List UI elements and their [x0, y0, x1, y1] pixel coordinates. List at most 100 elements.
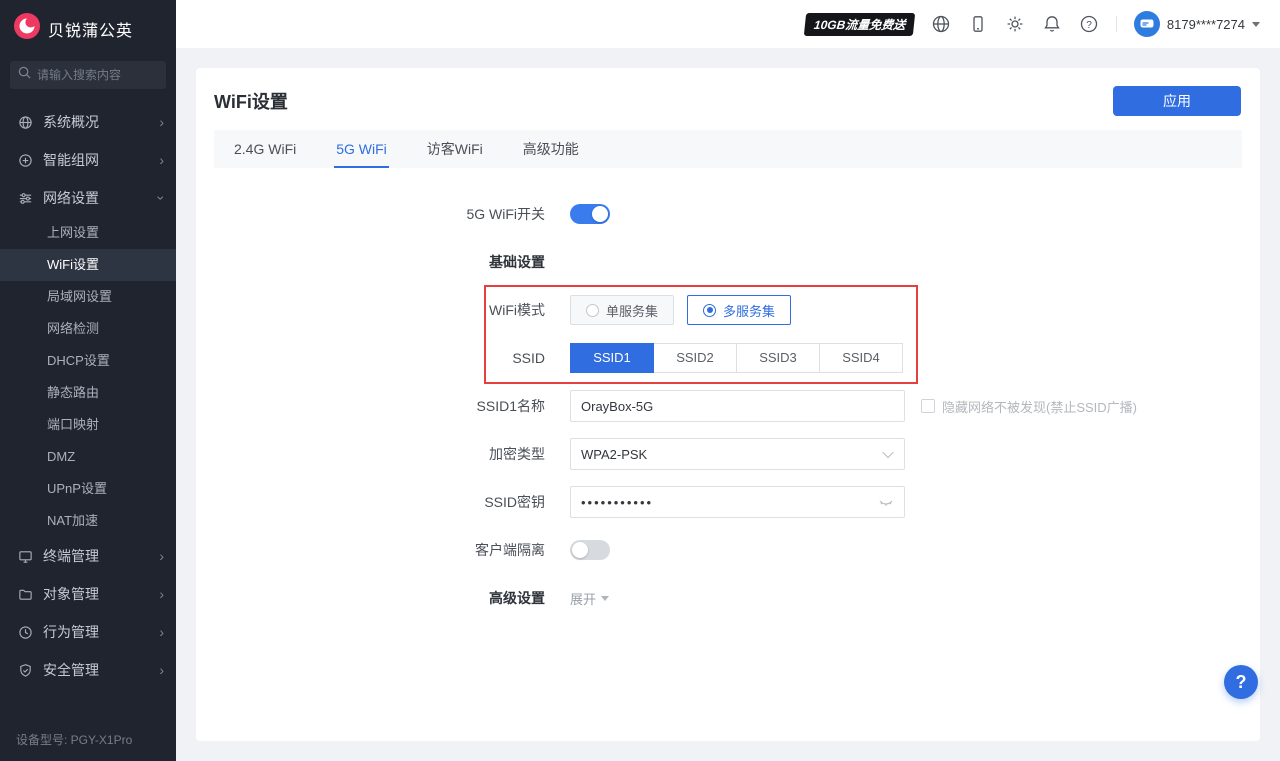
sidebar-item-network-check[interactable]: 网络检测 [0, 313, 176, 345]
wifi-mode-option-single[interactable]: 单服务集 [570, 295, 675, 325]
hide-ssid-option[interactable]: 隐藏网络不被发现(禁止SSID广播) [921, 397, 1137, 416]
chevron-right-icon: › [159, 586, 164, 602]
sidebar-item-behavior-management[interactable]: 行为管理 › [0, 613, 176, 651]
ssid-name-label: SSID1名称 [476, 398, 545, 414]
hide-ssid-checkbox[interactable] [921, 399, 935, 413]
mobile-device-icon[interactable] [968, 14, 988, 34]
ssid-label: SSID [512, 350, 545, 366]
help-fab-button[interactable]: ? [1224, 665, 1258, 699]
ssid-name-input[interactable] [570, 390, 905, 422]
sidebar-item-smart-network[interactable]: 智能组网 › [0, 141, 176, 179]
ssid1-tab[interactable]: SSID1 [570, 343, 654, 373]
sidebar-item-static-route[interactable]: 静态路由 [0, 377, 176, 409]
encryption-select[interactable]: WPA2-PSK [570, 438, 905, 470]
sidebar-item-dhcp-settings[interactable]: DHCP设置 [0, 345, 176, 377]
password-row: SSID密钥 ••••••••••• [196, 486, 1260, 518]
help-circle-icon[interactable]: ? [1079, 14, 1099, 34]
chevron-right-icon: › [159, 624, 164, 640]
tab-guest-wifi[interactable]: 访客WiFi [407, 130, 503, 168]
password-masked-value: ••••••••••• [581, 494, 654, 510]
tab-advanced-features[interactable]: 高级功能 [503, 130, 599, 168]
sidebar-item-network-settings[interactable]: 网络设置 › [0, 179, 176, 217]
avatar [1133, 11, 1160, 37]
brand-name: 贝锐蒲公英 [48, 22, 134, 40]
encryption-row: 加密类型 WPA2-PSK [196, 438, 1260, 470]
sidebar-item-port-mapping[interactable]: 端口映射 [0, 409, 176, 441]
expand-advanced-link[interactable]: 展开 [570, 589, 610, 608]
main-area: 10GB流量免费送 ? 8179****7274 WiFi设置 应用 2.4G … [176, 0, 1280, 761]
content-area: WiFi设置 应用 2.4G WiFi 5G WiFi 访客WiFi 高级功能 … [176, 48, 1280, 761]
network-settings-submenu: 上网设置 WiFi设置 局域网设置 网络检测 DHCP设置 静态路由 端口映射 … [0, 217, 176, 537]
radio-unchecked-icon [586, 303, 599, 317]
client-isolation-toggle[interactable] [570, 540, 610, 560]
brand-logo-icon [14, 13, 40, 44]
ssid2-tab[interactable]: SSID2 [653, 343, 737, 373]
account-menu[interactable]: 8179****7274 [1133, 11, 1260, 37]
ssid-name-row: SSID1名称 隐藏网络不被发现(禁止SSID广播) [196, 390, 1260, 422]
toggle-knob [572, 542, 588, 558]
search-icon [18, 66, 31, 84]
encryption-label: 加密类型 [489, 446, 545, 462]
tab-24g-wifi[interactable]: 2.4G WiFi [214, 130, 316, 168]
password-field[interactable]: ••••••••••• [570, 486, 905, 518]
radio-checked-icon [703, 303, 717, 317]
chevron-right-icon: › [159, 152, 164, 168]
sidebar-item-system-overview[interactable]: 系统概况 › [0, 103, 176, 141]
sidebar-item-upnp-settings[interactable]: UPnP设置 [0, 473, 176, 505]
hide-ssid-label: 隐藏网络不被发现(禁止SSID广播) [942, 399, 1138, 415]
sidebar-item-object-management[interactable]: 对象管理 › [0, 575, 176, 613]
wifi-mode-row: WiFi模式 单服务集 多服务集 [196, 294, 1260, 326]
wifi-mode-option-multi[interactable]: 多服务集 [687, 295, 792, 325]
wifi-mode-label: WiFi模式 [489, 302, 545, 318]
bell-icon[interactable] [1042, 14, 1062, 34]
sidebar-search[interactable] [10, 61, 166, 89]
eye-off-icon[interactable] [878, 492, 894, 513]
ssid4-tab[interactable]: SSID4 [819, 343, 903, 373]
wifi-form: 5G WiFi开关 基础设置 WiFi模式 单服务集 多服务集 SSID SSI… [196, 198, 1260, 614]
tab-5g-wifi[interactable]: 5G WiFi [316, 130, 407, 168]
encryption-value: WPA2-PSK [581, 446, 648, 462]
search-input[interactable] [37, 68, 157, 82]
svg-text:?: ? [1086, 20, 1092, 31]
sidebar-item-dmz[interactable]: DMZ [0, 441, 176, 473]
caret-down-icon [1252, 21, 1260, 27]
folder-icon [19, 589, 32, 600]
clock-icon [19, 625, 32, 639]
sidebar-item-nat-acceleration[interactable]: NAT加速 [0, 505, 176, 537]
sidebar-item-lan-settings[interactable]: 局域网设置 [0, 281, 176, 313]
client-isolation-row: 客户端隔离 [196, 534, 1260, 566]
monitor-icon [19, 550, 32, 563]
apply-button[interactable]: 应用 [1113, 86, 1241, 116]
globe-icon [19, 115, 32, 129]
toggle-knob [592, 206, 608, 222]
topbar: 10GB流量免费送 ? 8179****7274 [176, 0, 1280, 48]
chevron-right-icon: › [159, 114, 164, 130]
sidebar: 贝锐蒲公英 系统概况 › 智能组网 › 网络设置 › 上网设置 WiFi设置 局… [0, 0, 176, 761]
wifi-settings-card: WiFi设置 应用 2.4G WiFi 5G WiFi 访客WiFi 高级功能 … [196, 68, 1260, 741]
advanced-settings-row: 高级设置 展开 [196, 582, 1260, 614]
page-title: WiFi设置 [214, 92, 288, 112]
device-model: 设备型号: PGY-X1Pro [16, 733, 133, 747]
promo-badge[interactable]: 10GB流量免费送 [803, 12, 916, 36]
shield-icon [20, 663, 31, 677]
wifi-tabs: 2.4G WiFi 5G WiFi 访客WiFi 高级功能 [214, 130, 1242, 168]
sidebar-item-wifi-settings[interactable]: WiFi设置 [0, 249, 176, 281]
ssid-select-row: SSID SSID1 SSID2 SSID3 SSID4 [196, 342, 1260, 374]
sidebar-item-terminal-management[interactable]: 终端管理 › [0, 537, 176, 575]
basic-settings-heading-row: 基础设置 [196, 246, 1260, 278]
gear-icon[interactable] [1005, 14, 1025, 34]
caret-down-icon [601, 595, 610, 601]
sidebar-item-security-management[interactable]: 安全管理 › [0, 651, 176, 689]
chevron-right-icon: › [159, 662, 164, 678]
topbar-divider [1115, 16, 1117, 32]
chevron-down-icon [882, 446, 894, 459]
ssid3-tab[interactable]: SSID3 [736, 343, 820, 373]
chevron-right-icon: › [159, 548, 164, 564]
sidebar-item-internet-settings[interactable]: 上网设置 [0, 217, 176, 249]
wifi-switch-toggle[interactable] [570, 204, 610, 224]
card-header: WiFi设置 应用 [196, 68, 1260, 130]
password-label: SSID密钥 [484, 494, 545, 510]
wifi-switch-row: 5G WiFi开关 [196, 198, 1260, 230]
language-globe-icon[interactable] [931, 14, 951, 34]
network-plus-icon [19, 153, 32, 167]
